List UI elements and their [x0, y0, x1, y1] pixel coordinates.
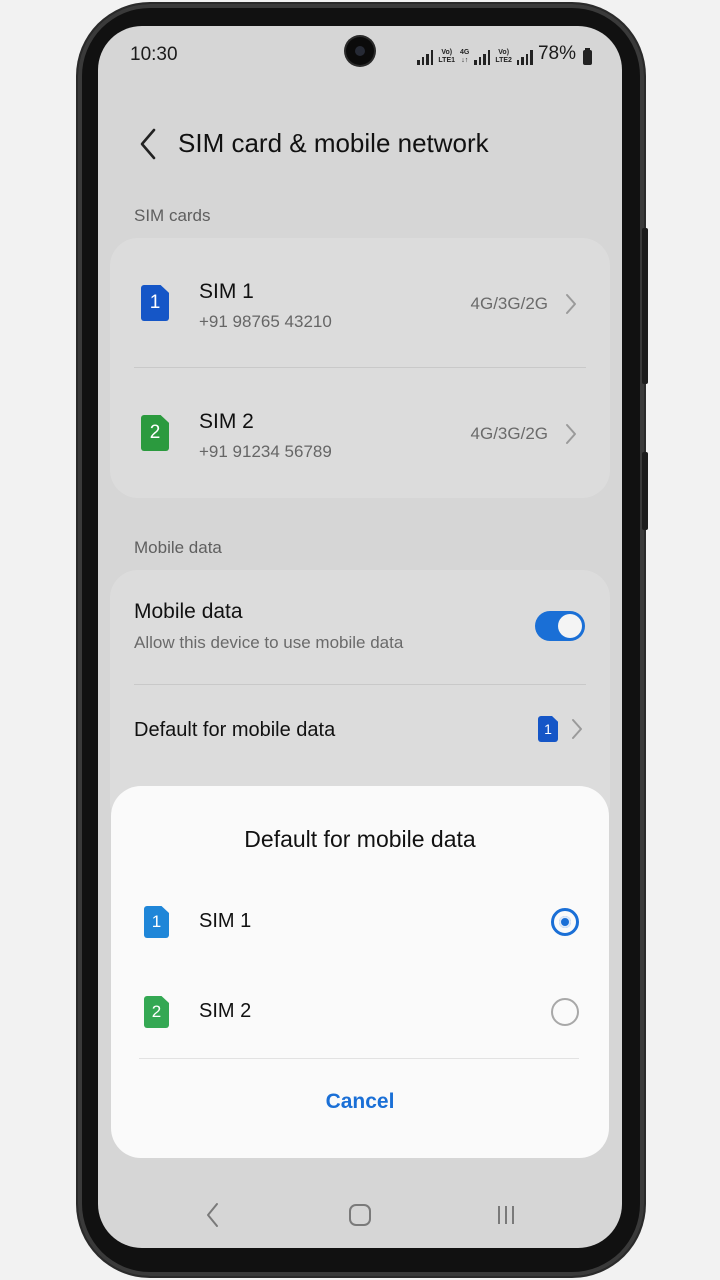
chevron-right-icon: [566, 294, 576, 314]
sim-1-radio[interactable]: [551, 908, 579, 936]
sim-1-badge-icon: 1: [144, 906, 169, 938]
mobile-data-toggle[interactable]: [535, 611, 585, 641]
back-icon[interactable]: [203, 1200, 223, 1230]
sim-2-name: SIM 2: [199, 410, 254, 433]
signal-icon: [516, 49, 533, 65]
sim-2-badge-icon: 2: [141, 415, 169, 451]
sim-1-badge-icon: 1: [538, 716, 558, 742]
mobile-data-row[interactable]: Mobile data Allow this device to use mob…: [110, 570, 610, 684]
dialog-divider: [139, 1058, 579, 1059]
volte2-label: Vo): [498, 49, 510, 56]
data-activity-label: ↓↑: [461, 57, 469, 64]
4g-data-icon: 4G ↓↑: [460, 49, 469, 65]
volume-button: [642, 228, 648, 384]
home-icon[interactable]: [347, 1200, 373, 1230]
sim-1-name: SIM 1: [199, 280, 254, 303]
signal-icon: [417, 49, 434, 65]
cancel-button[interactable]: Cancel: [111, 1090, 609, 1114]
default-mobile-data-row[interactable]: Default for mobile data 1: [110, 685, 610, 780]
sim-cards-section-label: SIM cards: [134, 206, 211, 225]
page-title: SIM card & mobile network: [178, 128, 489, 158]
default-mobile-data-label: Default for mobile data: [134, 719, 336, 741]
recents-icon[interactable]: [494, 1200, 518, 1230]
4g-label: 4G: [460, 49, 470, 56]
sim-2-network-type: 4G/3G/2G: [470, 424, 548, 443]
sim-2-radio[interactable]: [551, 998, 579, 1026]
volte1-label: Vo): [441, 49, 453, 56]
app-header: SIM card & mobile network: [98, 118, 622, 174]
sim-2-option-label: SIM 2: [199, 1000, 252, 1022]
sim-2-row[interactable]: 2 SIM 2 +91 91234 56789 4G/3G/2G: [110, 368, 610, 498]
mobile-data-section-label: Mobile data: [134, 538, 222, 557]
screen: 10:30 Vo) LTE1 4G ↓↑ Vo) LTE2 78% SIM card …: [98, 26, 622, 1248]
sim-1-badge-icon: 1: [141, 285, 169, 321]
signal-icon: [474, 49, 491, 65]
status-icons: Vo) LTE1 4G ↓↑ Vo) LTE2 78%: [417, 43, 592, 65]
toggle-knob: [558, 614, 582, 638]
sim-cards-card: 1 SIM 1 +91 98765 43210 4G/3G/2G 2 SIM 2…: [110, 238, 610, 498]
mobile-data-title: Mobile data: [134, 600, 243, 623]
sim-2-number: +91 91234 56789: [199, 442, 332, 461]
power-button: [642, 452, 648, 530]
lte2-label: LTE2: [495, 57, 512, 64]
navigation-bar: [98, 1186, 622, 1246]
volte-lte2-icon: Vo) LTE2: [495, 49, 512, 65]
mobile-data-subtitle: Allow this device to use mobile data: [134, 633, 404, 652]
chevron-right-icon: [566, 424, 576, 444]
dialog-option-sim-2[interactable]: 2 SIM 2: [111, 978, 609, 1048]
sim-2-badge-icon: 2: [144, 996, 169, 1028]
dialog-option-sim-1[interactable]: 1 SIM 1: [111, 888, 609, 958]
front-camera: [346, 37, 374, 65]
battery-icon: [583, 48, 592, 65]
default-data-dialog: Default for mobile data 1 SIM 1 2 SIM 2 …: [111, 786, 609, 1158]
dialog-title: Default for mobile data: [244, 826, 476, 852]
sim-1-option-label: SIM 1: [199, 910, 252, 932]
chevron-right-icon: [572, 719, 582, 739]
status-bar: 10:30 Vo) LTE1 4G ↓↑ Vo) LTE2 78%: [98, 26, 622, 86]
sim-1-network-type: 4G/3G/2G: [470, 294, 548, 313]
battery-percent: 78%: [537, 43, 576, 64]
sim-1-row[interactable]: 1 SIM 1 +91 98765 43210 4G/3G/2G: [110, 238, 610, 368]
sim-1-number: +91 98765 43210: [199, 312, 332, 331]
volte-lte1-icon: Vo) LTE1: [438, 49, 455, 65]
lte1-label: LTE1: [438, 57, 456, 64]
chevron-left-icon[interactable]: [136, 126, 162, 162]
status-time: 10:30: [130, 44, 178, 65]
